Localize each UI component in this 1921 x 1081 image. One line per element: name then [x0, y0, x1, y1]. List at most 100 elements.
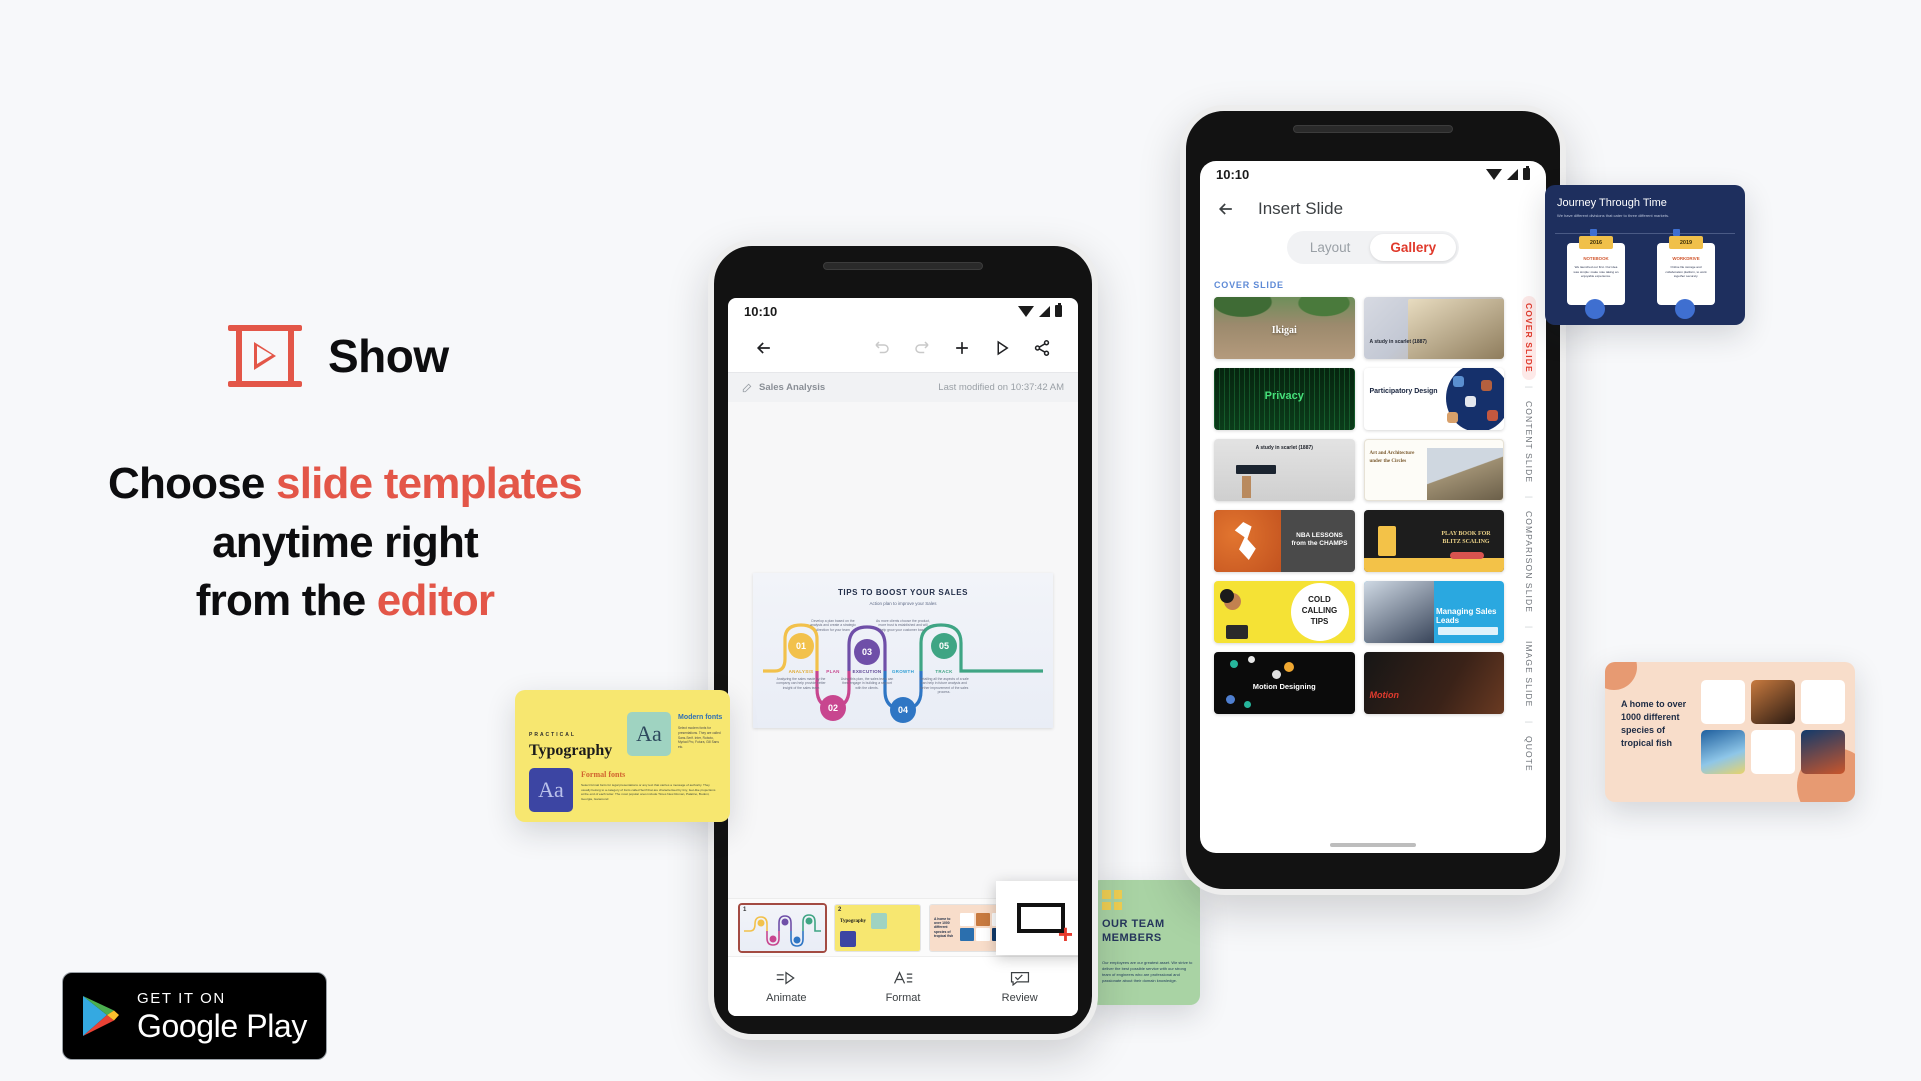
wifi-icon: [1018, 305, 1034, 317]
gallery-card-title: NBA LESSONS from the CHAMPS: [1291, 532, 1348, 548]
status-time: 10:10: [744, 303, 778, 319]
share-icon[interactable]: [1022, 328, 1062, 368]
brand-name: Show: [328, 330, 449, 382]
phone-screen-gallery: 10:10 Insert Slide Layout Gallery COVER …: [1200, 161, 1546, 853]
gallery-card[interactable]: A study in scarlet (1887): [1214, 439, 1355, 501]
typography-formal-text: Select formal fonts for legal presentati…: [581, 783, 716, 801]
gallery-section-title: COVER SLIDE: [1214, 280, 1284, 290]
floating-card-timeline: Journey Through Time We have different d…: [1545, 185, 1745, 325]
gallery-card[interactable]: Motion Designing: [1214, 652, 1355, 714]
fish-photo: [1751, 680, 1795, 724]
bottom-nav-format-label: Format: [885, 992, 921, 1004]
rail-item-cover-slide[interactable]: COVER SLIDE: [1522, 296, 1536, 380]
document-name[interactable]: Sales Analysis: [759, 382, 825, 393]
gallery-card-title: Ikigai: [1271, 325, 1297, 336]
presentation-play-icon: [228, 325, 302, 387]
typography-title: Typography: [529, 742, 613, 759]
slide-canvas[interactable]: TIPS TO BOOST YOUR SALES Action plan to …: [728, 402, 1078, 898]
timeline-title: Journey Through Time: [1557, 197, 1667, 209]
add-slide-popup[interactable]: +: [996, 881, 1078, 955]
gallery-card[interactable]: COLD CALLING TIPS: [1214, 581, 1355, 643]
floating-card-team: OUR TEAM MEMBERS Our employees are our g…: [1090, 880, 1200, 1005]
roadmap-text: Analyzing the sales made by the company …: [776, 676, 826, 690]
slide-thumbnail-strip[interactable]: 1 2 Typography A home to over 1000 diffe…: [728, 881, 1078, 956]
review-icon: [1010, 969, 1030, 987]
editor-bottom-nav: Animate Format Review: [728, 956, 1078, 1016]
bottom-nav-format[interactable]: Format: [845, 969, 962, 1004]
typography-modern-text: Select modern fonts for presentations. T…: [678, 726, 721, 750]
rail-item-comparison-slide[interactable]: COMPARISON SLIDE: [1522, 504, 1536, 620]
rail-divider: |: [1524, 385, 1534, 388]
status-time: 10:10: [1216, 166, 1250, 182]
gallery-card[interactable]: Managing Sales Leads: [1363, 581, 1504, 643]
bottom-nav-review[interactable]: Review: [961, 969, 1078, 1004]
typography-modern-title: Modern fonts: [678, 714, 723, 721]
gallery-card[interactable]: NBA LESSONS from the CHAMPS: [1214, 510, 1355, 572]
google-play-icon: [83, 996, 119, 1036]
fish-note: [1701, 680, 1745, 724]
gallery-card-title: COLD CALLING TIPS: [1301, 595, 1338, 626]
battery-icon: [1055, 303, 1062, 317]
page-title: Insert Slide: [1258, 199, 1344, 218]
earpiece-speaker: [823, 262, 983, 270]
timeline-year: 2019: [1669, 236, 1703, 249]
slide-title: TIPS TO BOOST YOUR SALES: [837, 587, 969, 597]
timeline-marker: [1590, 229, 1597, 236]
bottom-nav-animate[interactable]: Animate: [728, 969, 845, 1004]
timeline-year: 2016: [1579, 236, 1613, 249]
fish-note: [1751, 730, 1795, 774]
fish-photo: [1801, 730, 1845, 774]
format-text-icon: [893, 969, 913, 987]
gallery-card-title: Motion Designing: [1252, 682, 1316, 691]
team-title: OUR TEAM MEMBERS: [1102, 918, 1165, 944]
roadmap-text: Using this plan, the sales team can then…: [840, 676, 894, 690]
tab-layout[interactable]: Layout: [1290, 234, 1371, 261]
gallery-card-title: Motion: [1369, 690, 1400, 700]
google-play-badge[interactable]: GET IT ON Google Play: [62, 972, 327, 1060]
play-icon[interactable]: [982, 328, 1022, 368]
headline-line3-plain: from the: [195, 576, 377, 626]
rail-item-content-slide[interactable]: CONTENT SLIDE: [1522, 394, 1536, 490]
rail-divider: |: [1524, 495, 1534, 499]
rail-item-image-slide[interactable]: IMAGE SLIDE: [1522, 634, 1536, 714]
timeline-badge-icon: [1675, 299, 1695, 319]
gallery-card[interactable]: Art and Architecture under the Circles: [1363, 439, 1504, 501]
slide-thumbnail[interactable]: 1: [740, 904, 825, 951]
gallery-card[interactable]: PLAY BOOK FOR BLITZ SCALING: [1363, 510, 1504, 572]
plus-icon[interactable]: [942, 328, 982, 368]
roadmap-label: TRACK: [935, 668, 953, 674]
tab-gallery[interactable]: Gallery: [1370, 234, 1457, 261]
rail-item-quote[interactable]: QUOTE: [1522, 729, 1536, 779]
undo-icon: [862, 328, 902, 368]
home-indicator: [1330, 843, 1416, 847]
roadmap-text: As more clients choose the product, more…: [876, 618, 930, 632]
gallery-card[interactable]: Ikigai: [1214, 297, 1355, 359]
slide-category-rail: COVER SLIDE | CONTENT SLIDE | COMPARISON…: [1512, 274, 1546, 839]
gallery-card[interactable]: A study in scarlet (1887): [1363, 297, 1504, 359]
status-bar: 10:10: [1200, 161, 1546, 187]
headline-line1-accent: slide templates: [276, 459, 583, 508]
gallery-card-title: Participatory Design: [1369, 388, 1438, 395]
gallery-card[interactable]: Motion: [1363, 652, 1504, 714]
slide-artwork-roadmap[interactable]: TIPS TO BOOST YOUR SALES Action plan to …: [753, 572, 1053, 729]
gallery-scroll-area[interactable]: COVER SLIDE Ikigai A study in scarlet (1…: [1200, 274, 1512, 839]
signal-icon: [1507, 168, 1518, 180]
page-headline: Choose slide templates anytime right fro…: [0, 455, 690, 631]
timeline-item: 2019 WORKDRIVE Online file storage and c…: [1657, 236, 1715, 305]
thumbnail-number: 1: [743, 906, 747, 913]
badge-small-text: GET IT ON: [137, 989, 226, 1007]
timeline-label: WORKDRIVE: [1672, 256, 1700, 261]
team-grid-icon: [1102, 890, 1122, 910]
gallery-card[interactable]: Privacy: [1214, 368, 1355, 430]
gallery-card[interactable]: Participatory Design: [1363, 368, 1504, 430]
typography-glyph-formal: Aa: [529, 768, 573, 812]
back-arrow-icon[interactable]: [744, 328, 784, 368]
phone-device-editor: 10:10 Sales Analysis Last modified on 10…: [708, 240, 1098, 1040]
timeline-subtitle: We have different divisions that cater t…: [1557, 213, 1670, 218]
document-info-strip: Sales Analysis Last modified on 10:37:42…: [728, 372, 1078, 402]
roadmap-node: 01: [782, 626, 820, 665]
timeline-label: NOTEBOOK: [1583, 256, 1609, 261]
back-arrow-icon[interactable]: [1216, 199, 1236, 219]
insert-slide-header: Insert Slide: [1200, 187, 1546, 231]
slide-thumbnail[interactable]: 2 Typography: [835, 904, 920, 951]
